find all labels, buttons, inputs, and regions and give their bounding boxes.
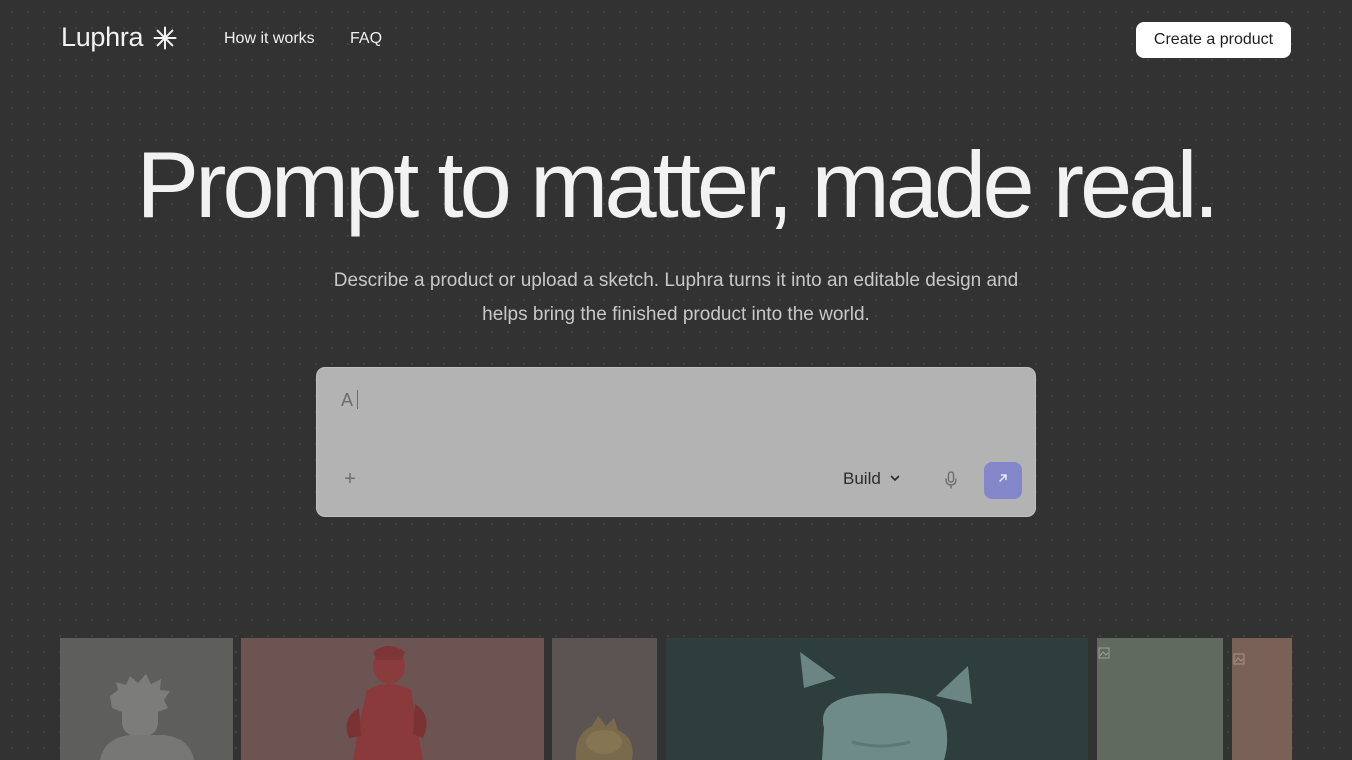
brand-logo[interactable]: Luphra bbox=[61, 22, 177, 53]
mode-label: Build bbox=[843, 469, 881, 488]
broken-image-icon bbox=[1098, 647, 1110, 659]
prompt-input[interactable]: A bbox=[341, 390, 359, 411]
arrow-up-right-icon bbox=[996, 471, 1010, 490]
add-attachment-button[interactable]: + bbox=[339, 468, 361, 490]
hero-subtitle: Describe a product or upload a sketch. L… bbox=[296, 264, 1056, 332]
brand-name: Luphra bbox=[61, 22, 144, 52]
broken-image-icon bbox=[1233, 653, 1245, 665]
figure-bust-image bbox=[100, 674, 194, 760]
send-button[interactable] bbox=[984, 462, 1022, 499]
page-title: Prompt to matter, made real. bbox=[136, 132, 1219, 237]
gallery-tile-figure-bust[interactable] bbox=[60, 638, 233, 760]
mode-dropdown[interactable]: Build bbox=[843, 469, 901, 489]
text-caret bbox=[357, 390, 359, 409]
gold-toy-image bbox=[575, 716, 633, 760]
gallery-tile-rabbit-figure[interactable] bbox=[666, 638, 1088, 760]
plus-icon: + bbox=[344, 468, 356, 490]
sparkle-icon bbox=[153, 26, 177, 50]
product-gallery bbox=[60, 638, 1292, 760]
chevron-down-icon bbox=[889, 469, 901, 489]
gallery-tile-broken-image-1[interactable] bbox=[1097, 638, 1223, 760]
gallery-tile-red-figurine[interactable] bbox=[241, 638, 544, 760]
gallery-tile-gold-toy[interactable] bbox=[552, 638, 657, 760]
microphone-button[interactable] bbox=[941, 469, 961, 491]
nav-link-how-it-works[interactable]: How it works bbox=[224, 30, 315, 48]
rabbit-figure-image bbox=[800, 652, 972, 760]
prompt-typed-text: A bbox=[341, 390, 354, 410]
gallery-tile-broken-image-2[interactable] bbox=[1232, 638, 1292, 760]
microphone-icon bbox=[941, 471, 961, 495]
hero-subtitle-line-2: helps bring the finished product into th… bbox=[482, 304, 870, 325]
hero-subtitle-line-1: Describe a product or upload a sketch. L… bbox=[333, 270, 1019, 291]
nav-link-faq[interactable]: FAQ bbox=[350, 30, 382, 48]
create-product-button[interactable]: Create a product bbox=[1136, 22, 1291, 58]
red-figurine-image bbox=[346, 646, 427, 760]
prompt-box[interactable]: A + Build bbox=[316, 367, 1036, 517]
top-nav: Luphra How it works FAQ Create a product bbox=[0, 0, 1352, 80]
